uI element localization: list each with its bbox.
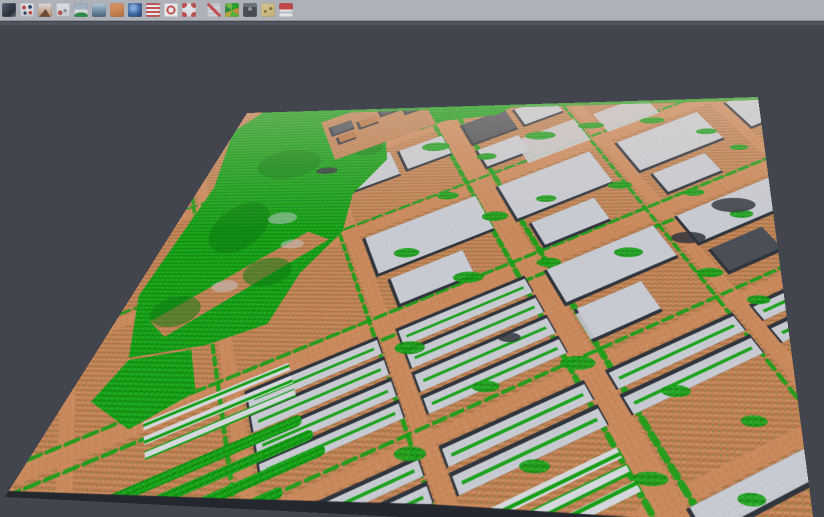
crop-icon[interactable] (182, 3, 196, 17)
raster-grid-icon[interactable] (207, 3, 221, 17)
subsample-icon[interactable] (56, 3, 70, 17)
delete-layer-icon[interactable] (279, 3, 293, 17)
application-window (0, 0, 824, 517)
distance-haze (172, 97, 775, 232)
building-shadow (437, 97, 488, 102)
building (794, 133, 815, 189)
classification-icon[interactable] (225, 3, 239, 17)
point-cloud-ground (5, 97, 816, 517)
point-pairs-align-icon[interactable] (20, 3, 34, 17)
ortho-tile-icon[interactable] (110, 3, 124, 17)
open-cloud-icon[interactable] (2, 3, 16, 17)
height-profile-icon[interactable] (92, 3, 106, 17)
point-cloud-scene (5, 97, 816, 517)
building (439, 97, 486, 99)
sor-filter-icon[interactable] (164, 3, 178, 17)
texture-map-icon[interactable] (261, 3, 275, 17)
histogram-icon[interactable] (146, 3, 160, 17)
dem-terrain-icon[interactable] (74, 3, 88, 17)
globe-icon[interactable] (128, 3, 142, 17)
toolbar (0, 0, 824, 21)
building (571, 97, 623, 102)
viewport-3d[interactable] (0, 25, 824, 517)
terrain-mesh-icon[interactable] (38, 3, 52, 17)
camera-icon[interactable] (243, 3, 257, 17)
building-shadow (792, 133, 816, 192)
